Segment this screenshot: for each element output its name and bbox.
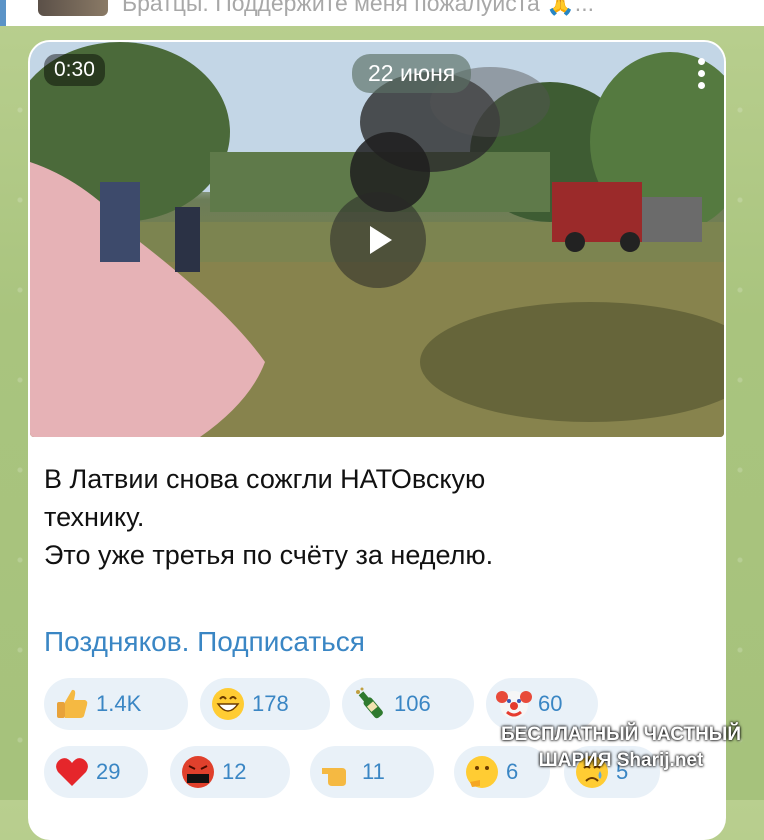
reaction-count: 29	[96, 759, 121, 784]
reaction-champagne[interactable]: 106	[342, 678, 474, 730]
play-icon	[370, 226, 392, 254]
watermark: БЕСПЛАТНЫЙ ЧАСТНЫЙ ШАРИЯ Sharij.net	[490, 722, 752, 792]
reaction-count: 1.4K	[96, 691, 142, 716]
message-line: Это уже третья по счёту за неделю.	[44, 540, 494, 570]
reaction-count: 12	[222, 759, 247, 784]
pinned-thumbnail	[38, 0, 108, 16]
reaction-thumbs-up[interactable]: 1.4K	[44, 678, 188, 730]
subscribe-link[interactable]: Поздняков. Подписаться	[44, 626, 365, 658]
message-line: технику.	[44, 502, 145, 532]
champagne-bottle-icon	[356, 687, 383, 719]
reaction-count: 106	[394, 691, 431, 716]
reaction-count: 178	[252, 691, 289, 716]
video-player[interactable]: 0:30 22 июня	[30, 42, 724, 437]
reaction-pointing[interactable]: 11	[310, 746, 434, 798]
reaction-count: 11	[362, 759, 385, 784]
watermark-line: БЕСПЛАТНЫЙ ЧАСТНЫЙ	[500, 724, 742, 745]
pinned-message-bar[interactable]: Братцы. Поддержите меня пожалуиста 🙏...	[0, 0, 764, 26]
more-options-icon[interactable]	[698, 58, 706, 92]
cursing-face-icon	[182, 756, 214, 788]
watermark-line: ШАРИЯ Sharij.net	[538, 750, 704, 771]
pinned-message-text: Братцы. Поддержите меня пожалуиста 🙏...	[122, 0, 594, 16]
thumbs-up-icon	[57, 689, 88, 718]
grinning-face-icon	[212, 688, 244, 720]
play-button[interactable]	[330, 192, 426, 288]
message-bubble: 0:30 22 июня В Латвии снова сожгли НАТОв…	[28, 40, 726, 840]
date-badge: 22 июня	[352, 54, 472, 93]
video-duration: 0:30	[44, 54, 105, 86]
red-heart-icon	[56, 758, 88, 786]
pointing-hand-icon	[322, 768, 346, 786]
reaction-heart[interactable]: 29	[44, 746, 148, 798]
message-text: В Латвии снова сожгли НАТОвскую технику.…	[44, 460, 704, 574]
reaction-cursing[interactable]: 12	[170, 746, 290, 798]
pinned-accent-bar	[0, 0, 6, 26]
reaction-grinning[interactable]: 178	[200, 678, 330, 730]
reaction-count: 60	[538, 691, 563, 716]
message-line: В Латвии снова сожгли НАТОвскую	[44, 464, 486, 494]
clown-face-icon	[496, 691, 532, 719]
